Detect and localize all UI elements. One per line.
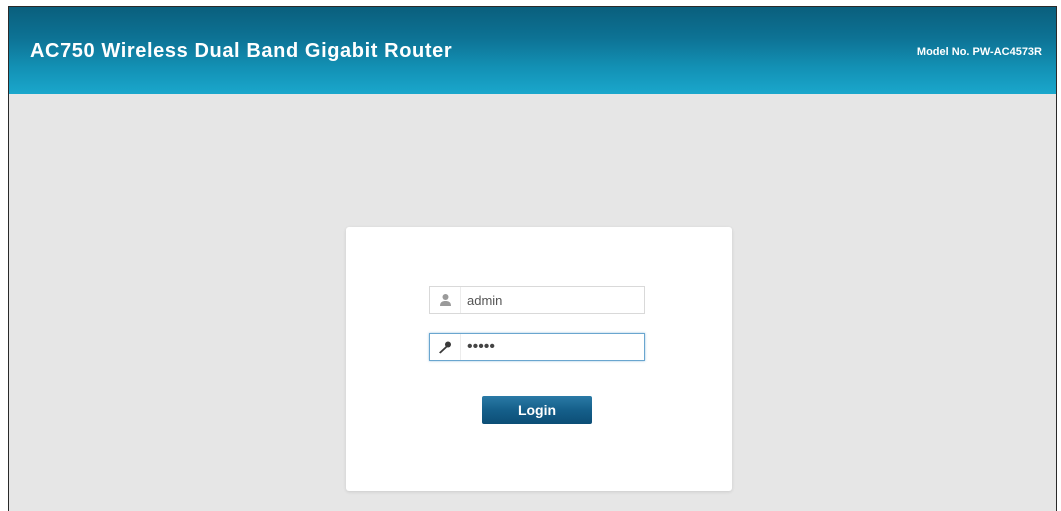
password-input[interactable] (461, 334, 641, 360)
password-field[interactable] (429, 333, 645, 361)
page-title: AC750 Wireless Dual Band Gigabit Router (30, 40, 453, 62)
username-field[interactable] (429, 286, 645, 314)
login-card: Login (346, 227, 732, 491)
browser-viewport: AC750 Wireless Dual Band Gigabit Router … (8, 6, 1057, 511)
key-icon (430, 334, 461, 360)
username-input[interactable] (461, 287, 641, 313)
user-icon (430, 287, 461, 313)
header-bar: AC750 Wireless Dual Band Gigabit Router … (9, 7, 1056, 94)
login-button[interactable]: Login (482, 396, 592, 424)
model-number: Model No. PW-AC4573R (916, 46, 1042, 58)
